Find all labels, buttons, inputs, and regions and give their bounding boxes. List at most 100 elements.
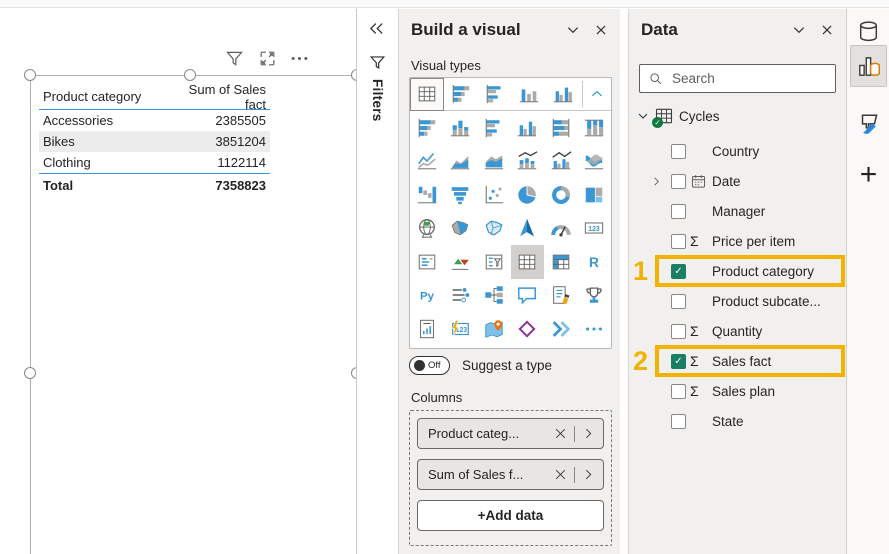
- collapse-gallery-icon[interactable]: [583, 87, 611, 101]
- format-pane-icon[interactable]: [847, 105, 889, 145]
- donut-chart-visual-icon[interactable]: [544, 178, 578, 212]
- chevron-down-icon[interactable]: [566, 23, 580, 37]
- more-options-icon[interactable]: [290, 49, 309, 68]
- field-checkbox[interactable]: [671, 324, 686, 339]
- field-options-chevron-icon[interactable]: [582, 468, 595, 481]
- field-checkbox[interactable]: ✓: [671, 264, 686, 279]
- area-chart-visual-icon[interactable]: [444, 145, 478, 179]
- field-pill-product-categ[interactable]: Product categ...: [417, 418, 604, 449]
- waterfall-chart-visual-icon[interactable]: [410, 178, 444, 212]
- field-row-quantity[interactable]: ΣQuantity: [629, 316, 846, 346]
- field-row-sales-fact[interactable]: ✓ΣSales fact: [629, 346, 846, 376]
- r-script-visual-icon[interactable]: R: [578, 245, 612, 279]
- treemap-visual-icon[interactable]: [578, 178, 612, 212]
- chevron-down-icon[interactable]: [637, 110, 649, 122]
- close-icon[interactable]: [594, 23, 608, 37]
- expand-pane-icon[interactable]: [368, 20, 385, 37]
- clustered-bar-chart-visual-icon[interactable]: [478, 78, 512, 111]
- table-row-bikes[interactable]: Bikes 3851204: [39, 131, 270, 152]
- chevron-down-icon[interactable]: [792, 23, 806, 37]
- build-visual-pane-icon[interactable]: [850, 45, 887, 87]
- column-chart-visual-icon[interactable]: [512, 78, 546, 111]
- stacked-column-chart-visual-icon[interactable]: [444, 111, 478, 145]
- line-chart-visual-icon[interactable]: [410, 145, 444, 179]
- azure-map-visual-icon[interactable]: [511, 212, 545, 246]
- remove-field-icon[interactable]: [554, 468, 567, 481]
- multi-row-card-visual-icon[interactable]: [410, 245, 444, 279]
- field-row-product-subcate[interactable]: Product subcate...: [629, 286, 846, 316]
- add-data-button[interactable]: +Add data: [417, 500, 604, 531]
- stacked-bar-chart-visual-icon[interactable]: [444, 78, 478, 111]
- filters-pane-collapsed[interactable]: Filters: [357, 9, 398, 554]
- python-visual-icon[interactable]: Py: [410, 279, 444, 313]
- power-automate-visual-icon[interactable]: [544, 312, 578, 346]
- line-clustered-column-chart-visual-icon[interactable]: [544, 145, 578, 179]
- table-visual-icon[interactable]: [410, 78, 444, 111]
- focus-mode-icon[interactable]: [258, 49, 277, 68]
- table-row-accessories[interactable]: Accessories 2385505: [39, 110, 270, 131]
- field-row-product-category[interactable]: ✓Product category: [629, 256, 846, 286]
- field-checkbox[interactable]: [671, 204, 686, 219]
- clustered-column-chart-visual-icon[interactable]: [546, 78, 580, 111]
- scatter-chart-visual-icon[interactable]: [477, 178, 511, 212]
- field-row-state[interactable]: State: [629, 406, 846, 436]
- power-apps-visual-icon[interactable]: [511, 312, 545, 346]
- funnel-chart-visual-icon[interactable]: [444, 178, 478, 212]
- table-node-cycles[interactable]: ✓ Cycles: [637, 103, 720, 129]
- arcgis-map-visual-icon[interactable]: [477, 312, 511, 346]
- hundred-stacked-column-chart-visual-icon[interactable]: [578, 111, 612, 145]
- field-row-date[interactable]: Date: [629, 166, 846, 196]
- add-pane-icon[interactable]: +: [847, 155, 889, 195]
- more-options-visual-icon[interactable]: [578, 312, 612, 346]
- paginated-report-visual-icon[interactable]: [410, 312, 444, 346]
- decomposition-tree-visual-icon[interactable]: [477, 279, 511, 313]
- kpi-visual-icon[interactable]: [444, 245, 478, 279]
- stacked-area-chart-visual-icon[interactable]: [477, 145, 511, 179]
- field-checkbox[interactable]: ✓: [671, 354, 686, 369]
- selection-handle-top-mid[interactable]: [184, 69, 196, 81]
- slicer-visual-icon[interactable]: [477, 245, 511, 279]
- suggest-type-toggle[interactable]: Off: [409, 356, 450, 375]
- field-checkbox[interactable]: [671, 174, 686, 189]
- hundred-stacked-bar-chart-visual-icon[interactable]: [544, 111, 578, 145]
- filled-map-visual-icon[interactable]: [444, 212, 478, 246]
- data-pane-icon[interactable]: [847, 15, 889, 47]
- field-options-chevron-icon[interactable]: [582, 427, 595, 440]
- expand-chevron-icon[interactable]: [651, 176, 671, 187]
- clustered-bar-chart-visual-icon[interactable]: [477, 111, 511, 145]
- clustered-column-chart-visual-icon[interactable]: [511, 111, 545, 145]
- field-checkbox[interactable]: [671, 144, 686, 159]
- qna-visual-icon[interactable]: [511, 279, 545, 313]
- field-row-price-per-item[interactable]: ΣPrice per item: [629, 226, 846, 256]
- search-input[interactable]: Search: [639, 64, 836, 93]
- field-checkbox[interactable]: [671, 294, 686, 309]
- field-checkbox[interactable]: [671, 384, 686, 399]
- map-visual-icon[interactable]: [410, 212, 444, 246]
- line-stacked-column-chart-visual-icon[interactable]: [511, 145, 545, 179]
- report-canvas[interactable]: Product category Sum of Sales fact Acces…: [0, 9, 357, 554]
- field-row-country[interactable]: Country: [629, 136, 846, 166]
- ribbon-chart-visual-icon[interactable]: [578, 145, 612, 179]
- remove-field-icon[interactable]: [554, 427, 567, 440]
- filter-funnel-icon[interactable]: [224, 48, 245, 69]
- gauge-visual-icon[interactable]: [544, 212, 578, 246]
- lightning-123-visual-icon[interactable]: 123: [444, 312, 478, 346]
- table-visual[interactable]: Product category Sum of Sales fact Acces…: [30, 75, 357, 554]
- field-checkbox[interactable]: [671, 414, 686, 429]
- shape-map-visual-icon[interactable]: [477, 212, 511, 246]
- stacked-bar-chart-visual-icon[interactable]: [410, 111, 444, 145]
- metrics-visual-icon[interactable]: [578, 279, 612, 313]
- card-visual-icon[interactable]: 123: [578, 212, 612, 246]
- table-row-clothing[interactable]: Clothing 1122114: [39, 152, 270, 173]
- columns-field-well[interactable]: Product categ... Sum of Sales f... +Add …: [409, 410, 612, 546]
- field-row-sales-plan[interactable]: ΣSales plan: [629, 376, 846, 406]
- pie-chart-visual-icon[interactable]: [511, 178, 545, 212]
- smart-narrative-visual-icon[interactable]: [544, 279, 578, 313]
- table-visual-icon[interactable]: [511, 245, 545, 279]
- key-influencers-visual-icon[interactable]: [444, 279, 478, 313]
- field-checkbox[interactable]: [671, 234, 686, 249]
- field-row-manager[interactable]: Manager: [629, 196, 846, 226]
- close-icon[interactable]: [820, 23, 834, 37]
- selection-handle-top-left[interactable]: [24, 69, 36, 81]
- selection-handle-left-mid[interactable]: [24, 367, 36, 379]
